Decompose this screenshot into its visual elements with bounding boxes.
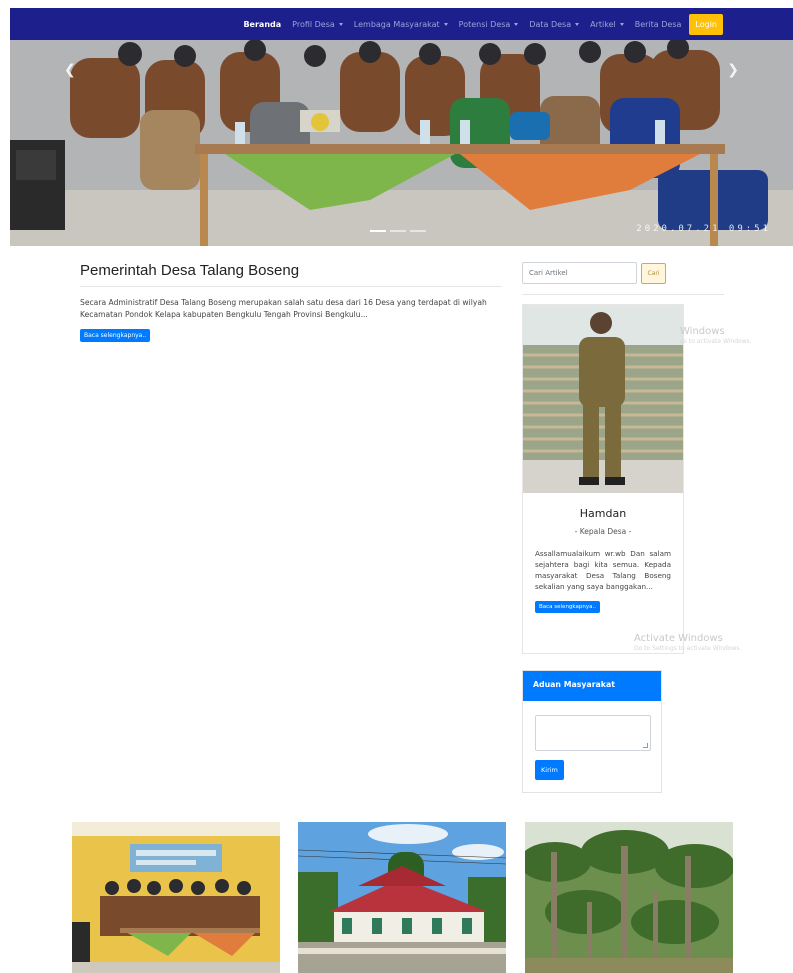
search-form: Cari Artikel Cari — [522, 262, 666, 284]
watermark-subtitle: gs to activate Windows. — [680, 338, 752, 345]
watermark-title: Activate Windows — [634, 633, 723, 644]
read-more-button[interactable]: Baca selengkapnya.. — [535, 601, 600, 613]
nav-item-label: Artikel — [590, 19, 616, 29]
profile-card: Hamdan - Kepala Desa - Assallamualaikum … — [522, 304, 684, 654]
windows-watermark: Windows gs to activate Windows. — [680, 326, 752, 345]
caret-down-icon — [575, 22, 580, 26]
article-excerpt: Secara Administratif Desa Talang Boseng … — [80, 298, 487, 319]
gallery-image-mosque[interactable] — [298, 822, 506, 973]
caret-down-icon — [338, 22, 343, 26]
caret-down-icon — [443, 22, 448, 26]
submit-button[interactable]: Kirim — [535, 760, 564, 780]
hero-photo — [10, 40, 793, 246]
nav-item-label: Potensi Desa — [458, 19, 511, 29]
gallery-image-palm-plantation[interactable] — [525, 822, 733, 973]
photo-timestamp: 2020.07.21 09:51 — [636, 224, 771, 234]
carousel-prev-icon[interactable]: ❮ — [64, 62, 76, 78]
carousel-next-icon[interactable]: ❯ — [727, 62, 739, 78]
navbar: Beranda Profil Desa Lembaga Masyarakat P… — [10, 8, 793, 40]
carousel-indicator[interactable] — [410, 230, 426, 232]
carousel-indicators — [370, 230, 426, 232]
nav-item-profil-desa[interactable]: Profil Desa — [292, 20, 343, 29]
nav-item-potensi-desa[interactable]: Potensi Desa — [459, 20, 519, 29]
windows-watermark: Activate Windows Go to Settings to activ… — [634, 633, 741, 652]
search-button[interactable]: Cari — [641, 262, 666, 284]
watermark-subtitle: Go to Settings to activate Windows. — [634, 645, 742, 652]
divider — [80, 286, 502, 287]
nav-item-label: Beranda — [243, 19, 282, 29]
carousel-indicator[interactable] — [370, 230, 386, 232]
hero-carousel: ❮ ❯ 2020.07.21 09:51 — [10, 40, 793, 246]
caret-down-icon — [619, 22, 624, 26]
watermark-title: Windows — [680, 326, 725, 337]
caret-down-icon — [514, 22, 519, 26]
search-input[interactable]: Cari Artikel — [522, 262, 637, 284]
profile-name: Hamdan — [579, 507, 627, 520]
nav-item-artikel[interactable]: Artikel — [590, 20, 624, 29]
profile-greeting: Assallamualaikum wr.wb Dan salam sejahte… — [535, 549, 671, 591]
complaint-card: Aduan Masyarakat Kirim — [522, 670, 662, 793]
gallery-image-meeting[interactable] — [72, 822, 280, 973]
carousel-indicator[interactable] — [390, 230, 406, 232]
nav-item-label: Lembaga Masyarakat — [353, 19, 440, 29]
article-title: Pemerintah Desa Talang Boseng — [80, 262, 300, 279]
nav-item-label: Profil Desa — [292, 19, 335, 29]
nav-item-beranda[interactable]: Beranda — [243, 20, 281, 29]
nav-item-lembaga-masyarakat[interactable]: Lembaga Masyarakat — [354, 20, 448, 29]
read-more-button[interactable]: Baca selengkapnya.. — [80, 329, 151, 342]
divider — [522, 294, 724, 295]
nav-item-label: Berita Desa — [634, 19, 682, 29]
complaint-textarea[interactable] — [535, 715, 651, 751]
article-section: Pemerintah Desa Talang Boseng Secara Adm… — [80, 262, 502, 342]
complaint-card-title: Aduan Masyarakat — [523, 671, 661, 701]
resize-handle-icon[interactable] — [643, 743, 648, 748]
profile-role: - Kepala Desa - — [574, 527, 632, 536]
nav-item-berita-desa[interactable]: Berita Desa — [635, 20, 682, 29]
nav-item-label: Data Desa — [529, 19, 572, 29]
nav-item-data-desa[interactable]: Data Desa — [529, 19, 580, 29]
profile-photo — [523, 305, 683, 493]
login-button[interactable]: Login — [689, 13, 723, 35]
